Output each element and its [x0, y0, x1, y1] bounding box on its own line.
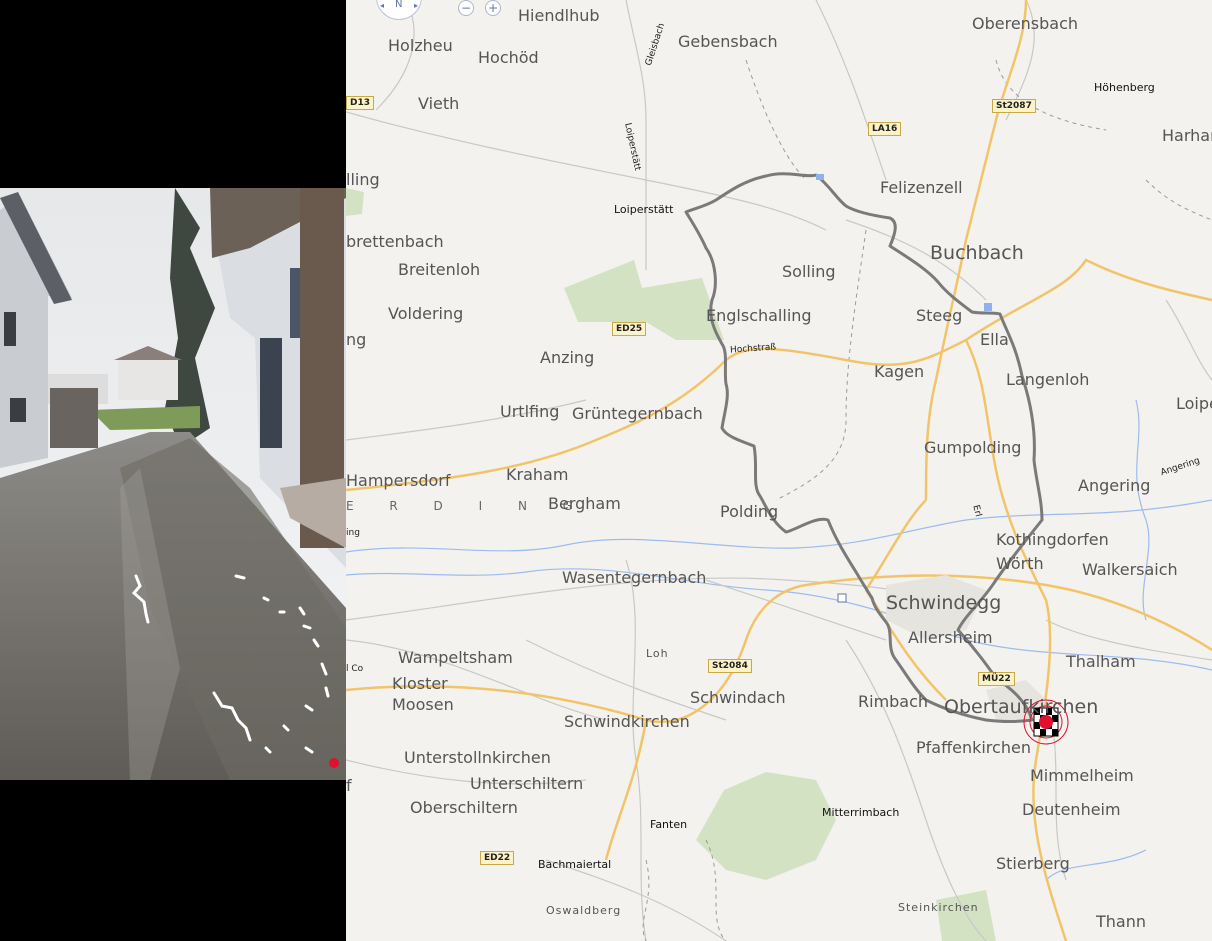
place-label: Solling	[782, 262, 836, 281]
forest-area	[346, 188, 364, 216]
place-label: Hampersdorf	[346, 471, 451, 490]
poi-marker	[816, 174, 824, 180]
place-label: Mimmelheim	[1030, 766, 1134, 785]
place-label: Stierberg	[996, 854, 1070, 873]
place-label: Schwindach	[690, 688, 786, 707]
place-label: Wampeltsham	[398, 648, 513, 667]
place-label: Breitenloh	[398, 260, 481, 279]
place-label: Englschalling	[706, 306, 812, 325]
place-label: Steinkirchen	[898, 901, 979, 914]
north-label: N	[395, 0, 403, 10]
road-shield: MÜ22	[978, 672, 1015, 686]
place-label: Pfaffenkirchen	[916, 738, 1031, 757]
place-label: Schwindkirchen	[564, 712, 690, 731]
zoom-out-button[interactable]: −	[458, 0, 474, 16]
street-label: ing	[346, 528, 360, 538]
place-label: Gumpolding	[924, 438, 1022, 457]
place-label: Steeg	[916, 306, 963, 325]
place-label: Thalham	[1066, 652, 1136, 671]
rotate-left-icon[interactable]: ◂	[380, 1, 384, 10]
place-label: Vieth	[418, 94, 460, 113]
place-label: Oberschiltern	[410, 798, 518, 817]
place-label: Thann	[1096, 912, 1146, 931]
place-label: Voldering	[388, 304, 464, 323]
place-label: Loh	[646, 647, 669, 660]
ride-video-frame	[0, 188, 346, 780]
place-label: f	[346, 776, 352, 795]
place-label: Urtlfing	[500, 402, 560, 421]
place-label: Deutenheim	[1022, 800, 1121, 819]
place-label: Hochöd	[478, 48, 539, 67]
road-shield: ED22	[480, 851, 515, 865]
place-label: Buchbach	[930, 242, 1024, 264]
video-position-dot	[329, 758, 339, 768]
place-label: Moosen	[392, 695, 454, 714]
place-label: Wörth	[996, 554, 1044, 573]
place-label: Unterstollnkirchen	[404, 748, 551, 767]
road-shield: St2084	[708, 659, 752, 673]
rotate-right-icon[interactable]: ▸	[414, 1, 418, 10]
place-label: Loipe	[1176, 394, 1212, 413]
place-label: Obertaufkirchen	[944, 696, 1099, 718]
route-map[interactable]: ◂ N ▸ − + Hiendlhub Holzheu Hochöd Geben…	[346, 0, 1212, 941]
place-label: Kothingdorfen	[996, 530, 1109, 549]
place-label: Kraham	[506, 465, 569, 484]
place-label: Höhenberg	[1094, 81, 1155, 94]
place-label: Anzing	[540, 348, 595, 367]
place-label: Felizenzell	[880, 178, 963, 197]
place-label: Loiperstätt	[614, 203, 674, 216]
place-label: Oswaldberg	[546, 904, 622, 917]
place-label: Kloster	[392, 674, 448, 693]
place-label: Angering	[1078, 476, 1151, 495]
street-label: l Co	[346, 664, 364, 674]
place-label: Bachmaiertal	[538, 858, 612, 871]
place-label: brettenbach	[346, 232, 444, 251]
place-label: Ella	[980, 330, 1009, 349]
place-label: ng	[346, 330, 367, 349]
zoom-out-icon: −	[460, 1, 472, 15]
road-shield: ED25	[612, 322, 647, 336]
place-label: Holzheu	[388, 36, 453, 55]
zoom-in-button[interactable]: +	[485, 0, 501, 16]
road-shield: D13	[346, 96, 374, 110]
place-label: Schwindegg	[886, 592, 1002, 614]
place-label: Wasentegernbach	[562, 568, 707, 587]
place-label: Fanten	[650, 818, 688, 831]
poi-marker	[984, 303, 992, 311]
place-label: Polding	[720, 502, 779, 521]
road-shield: St2087	[992, 99, 1036, 113]
forest-area	[936, 890, 996, 941]
place-label: Mitterrimbach	[822, 806, 900, 819]
place-label: Grüntegernbach	[572, 404, 703, 423]
place-label: Hiendlhub	[518, 6, 600, 25]
place-label: Kagen	[874, 362, 925, 381]
place-label: Walkersaich	[1082, 560, 1178, 579]
place-label: Rimbach	[858, 692, 929, 711]
rail-station-marker	[837, 593, 847, 603]
place-label: lling	[346, 170, 380, 189]
zoom-in-icon: +	[487, 1, 499, 15]
road-shield: LA16	[868, 122, 902, 136]
place-label: Bergham	[548, 494, 621, 513]
place-label: Oberensbach	[972, 14, 1079, 33]
forest-area	[696, 772, 836, 880]
place-label: Unterschiltern	[470, 774, 584, 793]
place-label: Gebensbach	[678, 32, 778, 51]
street-scene-image	[0, 188, 346, 780]
place-label: Harhan	[1162, 126, 1212, 145]
place-label: Langenloh	[1006, 370, 1090, 389]
place-label: Allersheim	[908, 628, 993, 647]
